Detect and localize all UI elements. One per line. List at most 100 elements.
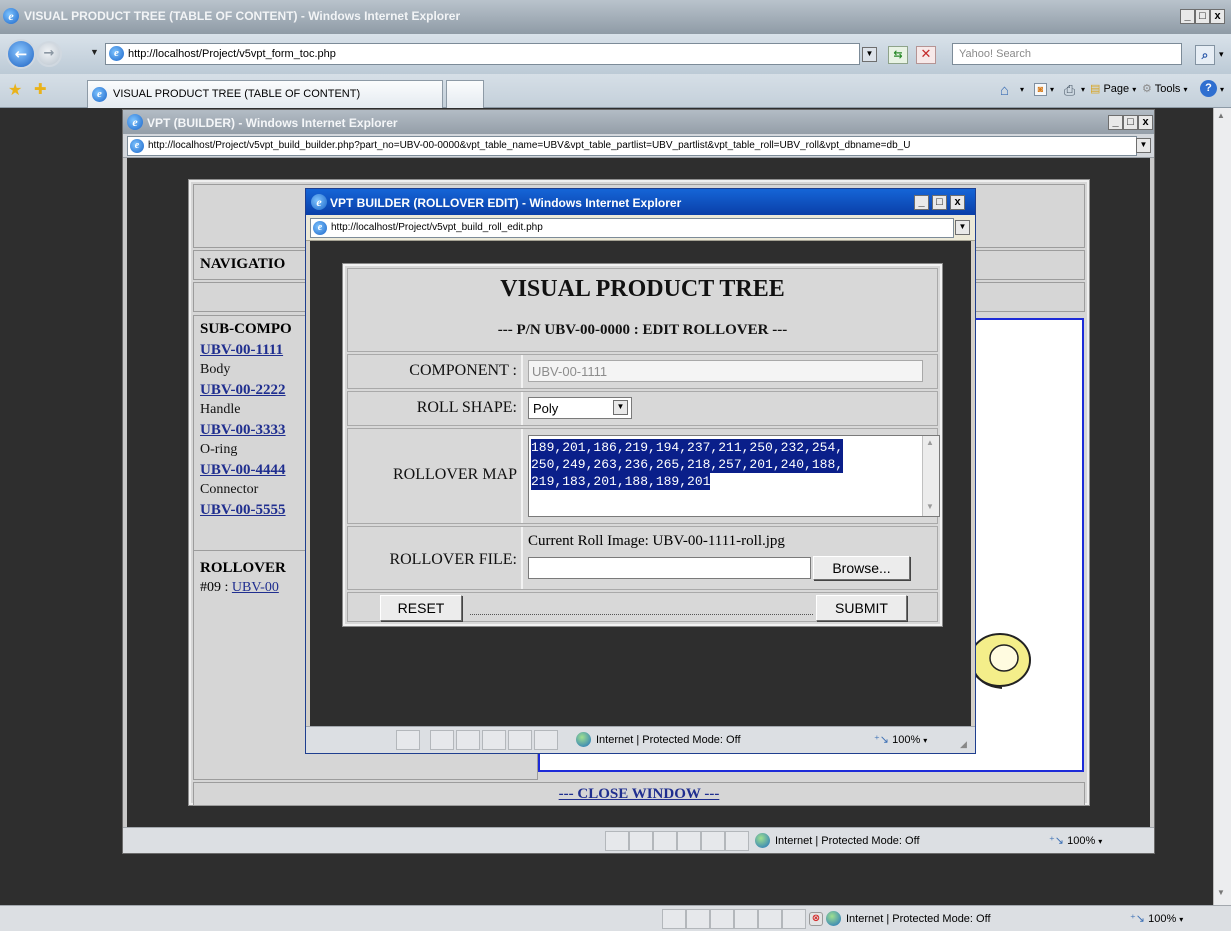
component-value: UBV-00-1111: [532, 364, 608, 379]
dialog-page-content: VISUAL PRODUCT TREE --- P/N UBV-00-0000 …: [310, 241, 971, 726]
outer-status-bar: ⊗ Internet | Protected Mode: Off ⁺↘ 100%…: [0, 905, 1231, 931]
roll-shape-dropdown-icon[interactable]: ▼: [613, 400, 628, 415]
page-menu[interactable]: ▤ Page ▾: [1090, 82, 1136, 95]
refresh-icon[interactable]: ⇆: [888, 46, 908, 64]
print-dropdown-icon[interactable]: ▾: [1081, 85, 1085, 94]
popup-blocked-icon[interactable]: ⊗: [809, 912, 823, 926]
builder-status-bar: Internet | Protected Mode: Off ⁺↘ 100% ▾: [123, 827, 1154, 853]
dialog-title-bar: e VPT BUILDER (ROLLOVER EDIT) - Windows …: [306, 189, 975, 215]
outer-title-bar: e VISUAL PRODUCT TREE (TABLE OF CONTENT)…: [0, 0, 1231, 34]
stop-icon[interactable]: ✕: [916, 46, 936, 64]
recent-pages-dropdown-icon[interactable]: ▼: [90, 47, 99, 57]
rollover-file-label: ROLLOVER FILE:: [389, 551, 517, 568]
dialog-address-dropdown-icon[interactable]: ▼: [955, 220, 970, 235]
builder-zoom-control[interactable]: ⁺↘ 100% ▾: [1049, 834, 1102, 847]
part-link[interactable]: UBV-00-1111: [200, 340, 286, 360]
dialog-zoom-control[interactable]: ⁺↘ 100% ▾: [874, 733, 927, 746]
component-input[interactable]: UBV-00-1111: [528, 360, 923, 382]
page-menu-icon: ▤: [1090, 83, 1101, 95]
tab-visual-product-tree[interactable]: e VISUAL PRODUCT TREE (TABLE OF CONTENT): [87, 80, 443, 108]
help-dropdown-icon[interactable]: ▾: [1220, 85, 1224, 94]
rollover-map-line: 250,249,263,236,265,218,257,201,240,188,: [531, 456, 844, 473]
tools-menu-dropdown-icon: ▾: [1183, 85, 1188, 94]
part-name: O-ring: [200, 442, 238, 457]
form-heading-row: VISUAL PRODUCT TREE --- P/N UBV-00-0000 …: [347, 268, 938, 352]
page-menu-dropdown-icon: ▾: [1132, 85, 1137, 94]
builder-status-cell: [653, 831, 677, 851]
part-link[interactable]: UBV-00-3333: [200, 420, 286, 440]
maximize-button[interactable]: □: [1195, 9, 1210, 24]
builder-ie-logo-icon: e: [127, 114, 143, 130]
internet-zone-icon: [826, 911, 841, 926]
home-dropdown-icon[interactable]: ▾: [1020, 85, 1024, 94]
dialog-page-icon: e: [313, 221, 327, 235]
dialog-close-button[interactable]: x: [950, 195, 965, 210]
part-link[interactable]: UBV-00-5555: [200, 500, 286, 520]
builder-close-button[interactable]: x: [1138, 115, 1153, 130]
add-favorites-icon[interactable]: ✚: [34, 80, 47, 98]
reset-button[interactable]: RESET: [380, 595, 462, 621]
form-heading: VISUAL PRODUCT TREE: [500, 276, 785, 302]
zoom-control[interactable]: ⁺↘ 100% ▾: [1130, 912, 1183, 925]
outer-vertical-scrollbar[interactable]: ▲ ▼: [1213, 108, 1231, 905]
rollover-map-label: ROLLOVER MAP: [392, 466, 517, 483]
rollover-map-scrollbar[interactable]: ▲ ▼: [922, 436, 939, 516]
feeds-icon[interactable]: ◙: [1034, 83, 1047, 96]
zoom-dropdown-icon: ▾: [1179, 915, 1184, 924]
component-label: COMPONENT :: [409, 362, 517, 379]
rollover-file-input[interactable]: [528, 557, 811, 579]
rollover-link[interactable]: UBV-00: [232, 580, 279, 595]
new-tab-button[interactable]: [446, 80, 484, 108]
outer-address-bar[interactable]: e http://localhost/Project/v5vpt_form_to…: [105, 43, 860, 65]
builder-zoom-icon: ⁺↘: [1049, 835, 1065, 847]
builder-minimize-button[interactable]: _: [1108, 115, 1123, 130]
map-scroll-down-icon[interactable]: ▼: [926, 502, 934, 511]
browse-button[interactable]: Browse...: [813, 556, 910, 580]
search-input[interactable]: Yahoo! Search: [952, 43, 1182, 65]
dialog-internet-zone-icon: [576, 732, 591, 747]
search-options-icon[interactable]: ▾: [1219, 49, 1224, 60]
part-link[interactable]: UBV-00-4444: [200, 460, 286, 480]
builder-address-bar[interactable]: e http://localhost/Project/v5vpt_build_b…: [127, 136, 1137, 156]
address-dropdown-icon[interactable]: ▼: [862, 47, 877, 62]
dialog-maximize-button[interactable]: □: [932, 195, 947, 210]
form-action-row: RESET SUBMIT: [347, 592, 938, 622]
minimize-button[interactable]: _: [1180, 9, 1195, 24]
rollover-edit-form: VISUAL PRODUCT TREE --- P/N UBV-00-0000 …: [342, 263, 943, 627]
search-icon[interactable]: ⌕: [1195, 45, 1215, 65]
dialog-address-bar[interactable]: e http://localhost/Project/v5vpt_build_r…: [310, 218, 954, 238]
map-scroll-up-icon[interactable]: ▲: [926, 438, 934, 447]
help-icon[interactable]: ?: [1200, 80, 1217, 97]
rollover-map-textarea[interactable]: 189,201,186,219,194,237,211,250,232,254,…: [528, 435, 940, 517]
feeds-dropdown-icon[interactable]: ▾: [1050, 85, 1054, 94]
dialog-minimize-button[interactable]: _: [914, 195, 929, 210]
tools-menu[interactable]: ⚙ Tools ▾: [1142, 82, 1188, 95]
roll-shape-row: ROLL SHAPE: Poly ▼: [347, 391, 938, 426]
builder-address-strip: e http://localhost/Project/v5vpt_build_b…: [123, 134, 1154, 158]
dialog-zoom-icon: ⁺↘: [874, 734, 890, 746]
favorites-star-icon[interactable]: ★: [8, 80, 22, 100]
close-button[interactable]: x: [1210, 9, 1225, 24]
builder-status-cell: [701, 831, 725, 851]
dialog-zoom-dropdown-icon: ▾: [923, 736, 928, 745]
builder-address-dropdown-icon[interactable]: ▼: [1136, 138, 1151, 153]
navigation-heading: NAVIGATIO: [200, 256, 286, 272]
tools-menu-label: Tools: [1154, 83, 1181, 95]
roll-shape-select[interactable]: Poly ▼: [528, 397, 632, 419]
form-subheading: --- P/N UBV-00-0000 : EDIT ROLLOVER ---: [497, 322, 788, 338]
status-cell: [710, 909, 734, 929]
close-window-link[interactable]: --- CLOSE WINDOW ---: [559, 786, 720, 802]
scroll-down-arrow-icon[interactable]: ▼: [1217, 888, 1225, 897]
resize-grip-icon[interactable]: ◢: [960, 739, 967, 750]
outer-address-text: http://localhost/Project/v5vpt_form_toc.…: [128, 48, 336, 60]
part-link[interactable]: UBV-00-2222: [200, 380, 286, 400]
scroll-up-arrow-icon[interactable]: ▲: [1217, 111, 1225, 120]
builder-maximize-button[interactable]: □: [1123, 115, 1138, 130]
forward-button[interactable]: →: [36, 41, 62, 67]
back-button[interactable]: ←: [6, 39, 36, 69]
roll-shape-value: Poly: [533, 401, 559, 416]
submit-button[interactable]: SUBMIT: [816, 595, 907, 621]
dialog-status-cell: [482, 730, 506, 750]
home-icon[interactable]: ⌂: [1000, 82, 1009, 99]
print-icon[interactable]: ⎙: [1064, 82, 1075, 99]
